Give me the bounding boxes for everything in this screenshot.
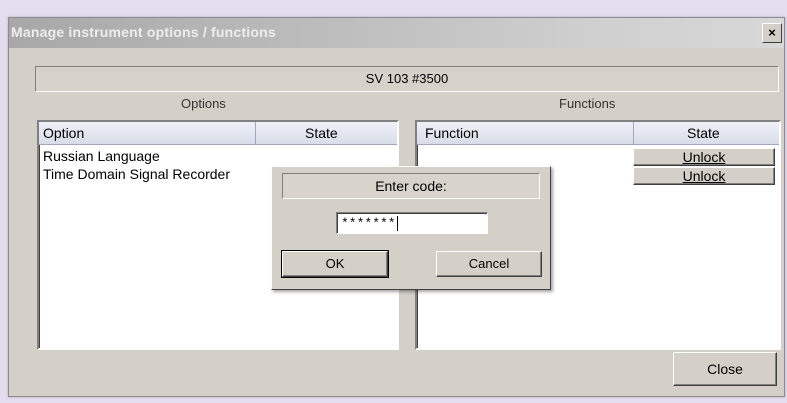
title-bar[interactable]: Manage instrument options / functions × (9, 18, 784, 48)
functions-list-header: Function State (417, 122, 779, 145)
manage-options-window: Manage instrument options / functions × … (8, 17, 785, 397)
enter-code-dialog: Enter code: ******* OK Cancel (271, 166, 551, 290)
close-button[interactable]: Close (673, 352, 777, 386)
window-title: Manage instrument options / functions (11, 24, 276, 40)
functions-group-label: Functions (559, 96, 616, 111)
option-column-header[interactable]: Option (43, 125, 84, 141)
cancel-button[interactable]: Cancel (436, 251, 542, 277)
code-input[interactable]: ******* (336, 212, 488, 234)
function-state-column-header[interactable]: State (687, 125, 720, 141)
option-row-russian-language[interactable]: Russian Language (43, 148, 160, 164)
device-name-header: SV 103 #3500 (35, 66, 779, 92)
options-list-header: Option State (39, 122, 397, 145)
text-caret (396, 216, 398, 232)
state-column-header[interactable]: State (305, 125, 338, 141)
code-input-value: ******* (341, 216, 396, 231)
ok-button[interactable]: OK (281, 250, 389, 278)
options-group-label: Options (181, 96, 226, 111)
option-row-time-domain-recorder[interactable]: Time Domain Signal Recorder (43, 166, 230, 182)
enter-code-prompt: Enter code: (282, 173, 540, 199)
close-icon[interactable]: × (762, 23, 782, 43)
function-column-header[interactable]: Function (425, 125, 479, 141)
unlock-button[interactable]: Unlock (633, 167, 775, 185)
unlock-button[interactable]: Unlock (633, 148, 775, 166)
